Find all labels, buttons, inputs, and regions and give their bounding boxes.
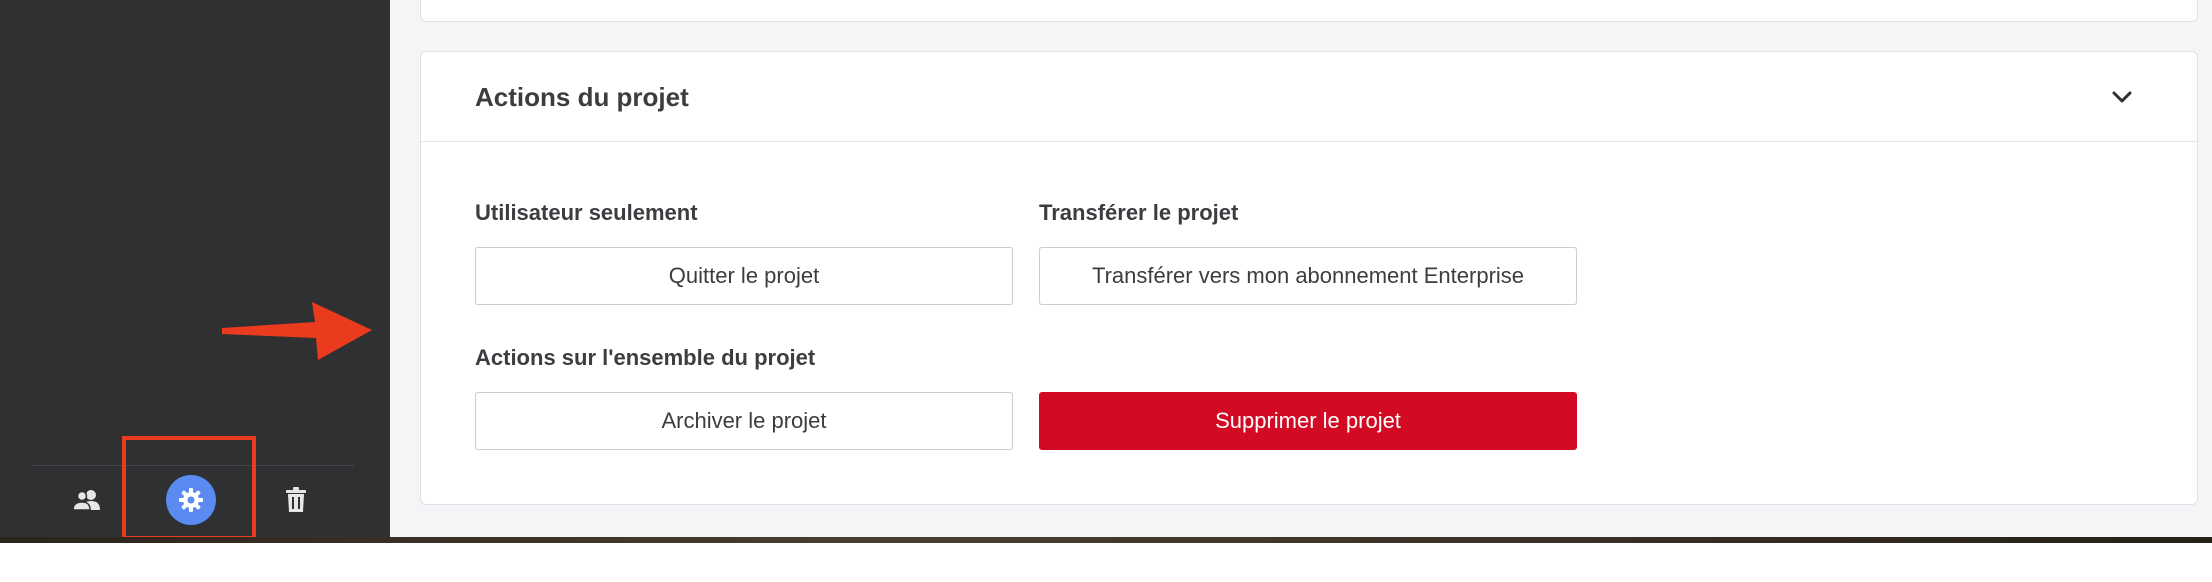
desktop-background-strip [0,537,2212,543]
trash-icon[interactable] [271,475,321,525]
card-header[interactable]: Actions du projet [421,52,2197,142]
app-window: Actions du projet Utilisateur seulement … [0,0,2212,540]
delete-project-button[interactable]: Supprimer le projet [1039,392,1577,450]
user-only-label: Utilisateur seulement [475,200,698,225]
previous-card [420,0,2198,22]
chevron-down-icon[interactable] [2107,82,2137,112]
transfer-enterprise-button[interactable]: Transférer vers mon abonnement Enterpris… [1039,247,1577,305]
sidebar [0,0,390,540]
project-actions-label: Actions sur l'ensemble du projet [475,345,816,370]
users-icon[interactable] [62,475,112,525]
archive-project-button[interactable]: Archiver le projet [475,392,1013,450]
highlight-box-annotation [122,436,256,540]
main-content: Actions du projet Utilisateur seulement … [390,0,2212,537]
project-actions-card: Actions du projet Utilisateur seulement … [420,51,2198,505]
transfer-label: Transférer le projet [1039,200,1239,225]
arrow-annotation-icon [222,302,372,360]
leave-project-button[interactable]: Quitter le projet [475,247,1013,305]
card-title: Actions du projet [475,82,689,112]
